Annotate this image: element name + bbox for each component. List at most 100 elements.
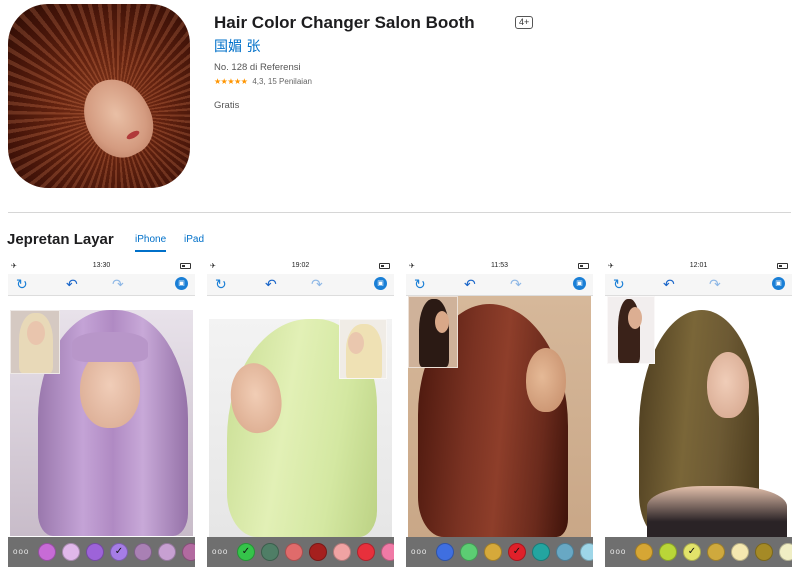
editor-toolbar: ↻ ↶ ↷ ▣ [406, 274, 593, 296]
check-icon: ✓ [241, 546, 251, 557]
check-icon: ✓ [114, 546, 124, 557]
reset-icon[interactable]: ↻ [613, 276, 625, 292]
reset-icon[interactable]: ↻ [16, 276, 28, 292]
age-rating-badge: 4+ [515, 16, 534, 29]
color-swatch[interactable] [731, 543, 749, 561]
hair-bangs [72, 332, 148, 362]
color-swatch[interactable] [134, 543, 152, 561]
check-icon: ✓ [512, 546, 522, 557]
more-colors-icon[interactable]: ooo [13, 547, 29, 556]
battery-icon [777, 263, 788, 269]
color-swatch-selected[interactable]: ✓ [508, 543, 526, 561]
rating-row: ★★★★★ 4,3, 15 Penilaian [214, 77, 312, 86]
color-swatch[interactable] [436, 543, 454, 561]
color-swatch[interactable] [707, 543, 725, 561]
color-swatch[interactable] [635, 543, 653, 561]
model-shoulders [647, 486, 787, 537]
star-rating: ★★★★★ [214, 77, 248, 86]
photo-icon[interactable]: ▣ [772, 277, 785, 290]
original-photo-thumbnail [10, 310, 60, 374]
color-swatch[interactable] [333, 543, 351, 561]
editor-toolbar: ↻ ↶ ↷ ▣ [207, 274, 394, 296]
undo-icon[interactable]: ↶ [464, 276, 476, 292]
reset-icon[interactable]: ↻ [215, 276, 227, 292]
redo-icon[interactable]: ↷ [311, 276, 323, 292]
color-swatch[interactable] [779, 543, 792, 561]
photo-preview [10, 310, 193, 536]
check-icon: ✓ [687, 546, 697, 557]
battery-icon [578, 263, 589, 269]
color-swatch[interactable] [261, 543, 279, 561]
reset-icon[interactable]: ↻ [414, 276, 426, 292]
status-bar: ✈ 12:01 [605, 258, 792, 274]
more-colors-icon[interactable]: ooo [610, 547, 626, 556]
model-face [707, 352, 749, 418]
battery-icon [180, 263, 191, 269]
color-swatch-selected[interactable]: ✓ [110, 543, 128, 561]
screenshot-1[interactable]: ✈ 13:30 ↻ ↶ ↷ ▣ ooo ✓ [8, 258, 195, 567]
redo-icon[interactable]: ↷ [112, 276, 124, 292]
developer-link[interactable]: 国媚 张 [214, 36, 260, 56]
rating-count: 4,3, 15 Penilaian [252, 77, 312, 86]
color-swatch-selected[interactable]: ✓ [237, 543, 255, 561]
undo-icon[interactable]: ↶ [663, 276, 675, 292]
status-time: 13:30 [92, 262, 111, 269]
color-swatch[interactable] [755, 543, 773, 561]
tab-ipad[interactable]: iPad [184, 234, 204, 250]
redo-icon[interactable]: ↷ [709, 276, 721, 292]
chart-rank: No. 128 di Referensi [214, 62, 301, 73]
screenshots-title: Jepretan Layar [7, 231, 114, 248]
color-swatch[interactable] [460, 543, 478, 561]
status-bar: ✈ 11:53 [406, 258, 593, 274]
screenshot-4[interactable]: ✈ 12:01 ↻ ↶ ↷ ▣ ooo ✓ [605, 258, 792, 567]
color-palette: ooo ✓ [8, 537, 195, 567]
status-time: 12:01 [689, 262, 708, 269]
price-label: Gratis [214, 100, 240, 111]
editor-toolbar: ↻ ↶ ↷ ▣ [605, 274, 792, 296]
color-swatch[interactable] [86, 543, 104, 561]
original-photo-thumbnail [339, 319, 387, 379]
color-swatch[interactable] [556, 543, 574, 561]
color-swatch[interactable] [285, 543, 303, 561]
more-colors-icon[interactable]: ooo [411, 547, 427, 556]
color-swatch[interactable] [62, 543, 80, 561]
color-swatch[interactable] [532, 543, 550, 561]
original-photo-thumbnail [408, 296, 458, 368]
photo-icon[interactable]: ▣ [374, 277, 387, 290]
color-swatch[interactable] [38, 543, 56, 561]
color-palette: ooo ✓ [605, 537, 792, 567]
color-swatch[interactable] [357, 543, 375, 561]
color-swatch[interactable] [484, 543, 502, 561]
app-icon [8, 4, 190, 188]
undo-icon[interactable]: ↶ [66, 276, 78, 292]
color-swatch[interactable] [580, 543, 593, 561]
editor-toolbar: ↻ ↶ ↷ ▣ [8, 274, 195, 296]
color-swatch[interactable] [158, 543, 176, 561]
screenshot-3[interactable]: ✈ 11:53 ↻ ↶ ↷ ▣ ooo ✓ [406, 258, 593, 567]
status-bar: ✈ 13:30 [8, 258, 195, 274]
color-swatch[interactable] [659, 543, 677, 561]
screenshot-2[interactable]: ✈ 19:02 ↻ ↶ ↷ ▣ ooo ✓ [207, 258, 394, 567]
photo-icon[interactable]: ▣ [573, 277, 586, 290]
undo-icon[interactable]: ↶ [265, 276, 277, 292]
color-palette: ooo ✓ [207, 537, 394, 567]
color-swatch-selected[interactable]: ✓ [683, 543, 701, 561]
photo-icon[interactable]: ▣ [175, 277, 188, 290]
tab-iphone[interactable]: iPhone [135, 234, 167, 252]
more-colors-icon[interactable]: ooo [212, 547, 228, 556]
color-swatch[interactable] [381, 543, 394, 561]
color-palette: ooo ✓ [406, 537, 593, 567]
app-title: Hair Color Changer Salon Booth [214, 13, 475, 32]
color-swatch[interactable] [182, 543, 195, 561]
photo-preview [408, 296, 591, 537]
status-time: 11:53 [491, 262, 508, 269]
color-swatch[interactable] [309, 543, 327, 561]
photo-preview [209, 319, 392, 537]
status-time: 19:02 [291, 262, 310, 269]
model-face [526, 348, 566, 412]
section-divider [8, 212, 791, 213]
original-photo-thumbnail [607, 296, 655, 364]
photo-preview [607, 296, 790, 537]
redo-icon[interactable]: ↷ [510, 276, 522, 292]
battery-icon [379, 263, 390, 269]
